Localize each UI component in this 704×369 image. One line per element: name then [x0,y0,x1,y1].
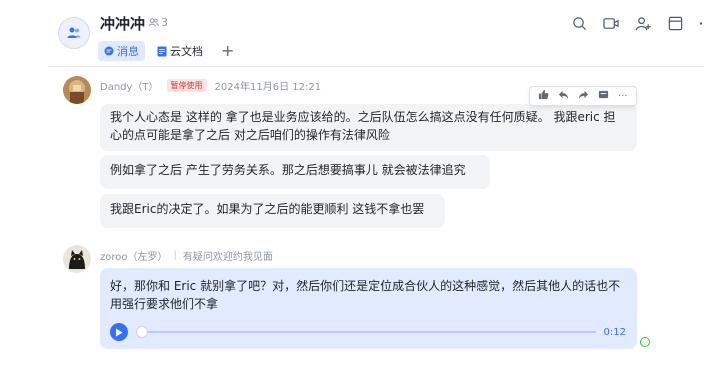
meta-divider: | [173,250,177,261]
more-icon [699,21,703,25]
message-bubble[interactable]: 例如拿了之后 产生了劳务关系。那之后想要搞事儿 就会被法律追究 [100,155,490,189]
tab-docs[interactable]: 云文档 [151,41,209,61]
more-button[interactable] [698,14,704,32]
sender-name[interactable]: Dandy（T） [100,78,159,93]
video-call-icon [603,17,619,29]
message-text: 例如拿了之后 产生了劳务关系。那之后想要搞事儿 就会被法律追究 [110,163,466,177]
add-member-button[interactable] [634,14,652,32]
audio-progress-track[interactable] [136,326,596,338]
video-call-button[interactable] [602,14,620,32]
add-tab-button[interactable]: + [215,41,240,61]
chat-bubble-icon [104,46,114,56]
search-icon [572,16,586,30]
chat-tabs: 消息 云文档 + [98,40,240,62]
thumbs-up-button[interactable] [538,89,549,103]
avatar-zoroo[interactable] [63,245,91,273]
search-button[interactable] [570,14,588,32]
group-icon [67,27,81,38]
window-icon [668,16,682,30]
online-status-indicator [640,337,650,347]
reply-icon [559,90,569,100]
thumbs-up-icon [539,89,549,100]
forward-button[interactable] [578,89,589,103]
tab-messages[interactable]: 消息 [98,41,145,61]
more-actions-button[interactable]: ··· [618,91,628,102]
chat-title[interactable]: 冲冲冲 [100,13,145,34]
message-time: 2024年11月6日 12:21 [214,82,322,93]
audio-duration: 0:12 [603,326,626,338]
chat-header: 冲冲冲 3 消息 云文档 + [48,0,704,67]
group-avatar[interactable] [58,17,90,49]
chat-window: 冲冲冲 3 消息 云文档 + Dandy（T） 暂停使用 2024年11月6日 … [0,0,704,369]
message-action-toolbar: ··· [529,86,637,106]
message-bubble[interactable]: 我个人心态是 这样的 拿了也是业务应该给的。之后队伍怎么搞这点没有任何质疑。 我… [100,104,637,151]
pin-icon [599,90,609,99]
header-toolbar [570,14,704,32]
message-meta-zoroo: zoroo（左罗） | 有疑问欢迎约我见面 [100,248,273,263]
forward-icon [579,90,589,100]
audio-player: 0:12 [110,322,626,342]
document-icon [157,46,167,56]
pin-button[interactable] [598,89,609,103]
status-badge: 暂停使用 [166,79,207,92]
member-count-value: 3 [161,16,168,29]
message-bubble[interactable]: 我跟Eric的决定了。如果为了之后的能更顺利 这钱不拿也罢 [100,194,445,228]
sender-signature: 有疑问欢迎约我见面 [182,252,273,263]
message-text: 我个人心态是 这样的 拿了也是业务应该给的。之后队伍怎么搞这点没有任何质疑。 我… [110,110,616,142]
tab-docs-label: 云文档 [170,45,203,58]
sender-name[interactable]: zoroo（左罗） [100,248,168,263]
avatar-dandy[interactable] [63,76,91,104]
play-icon [116,328,123,336]
voice-transcript-text: 好，那你和 Eric 就别拿了吧？对，然后你们还是定位成合伙人的这种感觉，然后其… [110,279,621,311]
add-member-icon [635,16,651,30]
window-button[interactable] [666,14,684,32]
member-count[interactable]: 3 [148,16,168,29]
reply-button[interactable] [558,89,569,103]
message-meta-dandy: Dandy（T） 暂停使用 2024年11月6日 12:21 [100,78,321,93]
audio-scrubber[interactable] [136,326,148,338]
members-icon [148,18,159,27]
play-button[interactable] [110,323,128,341]
tab-messages-label: 消息 [117,45,139,58]
message-text: 我跟Eric的决定了。如果为了之后的能更顺利 这钱不拿也罢 [110,202,425,216]
